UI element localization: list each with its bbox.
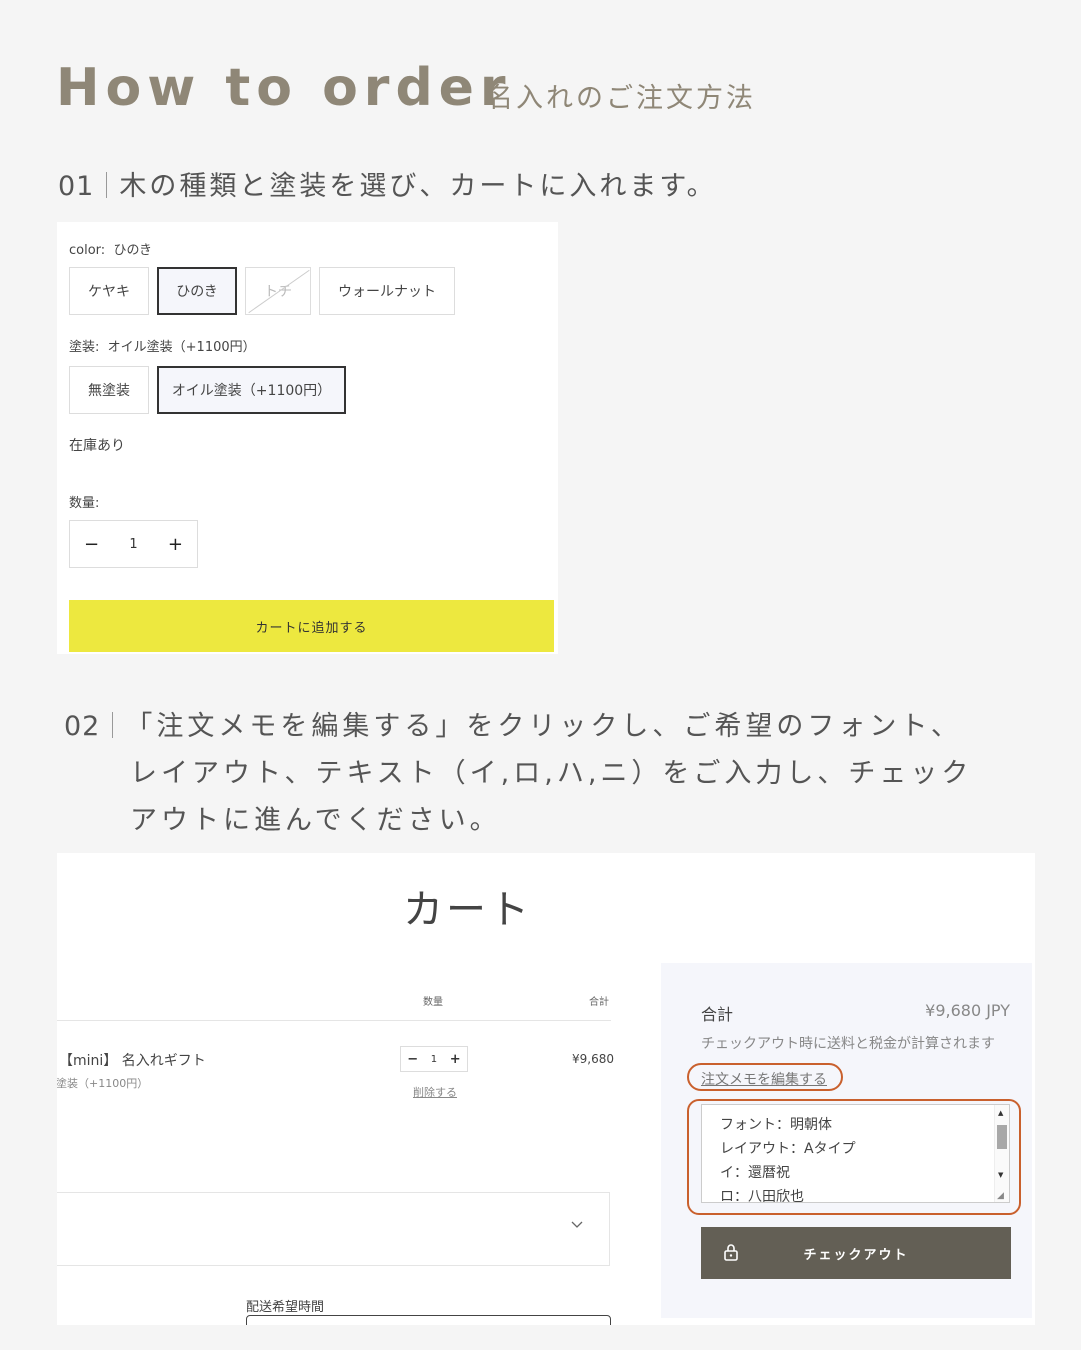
finish-label: 塗装: オイル塗装（+1100円） xyxy=(69,340,256,355)
color-option-walnut[interactable]: ウォールナット xyxy=(319,267,455,315)
cart-quantity-value[interactable]: 1 xyxy=(431,1054,437,1065)
stock-status: 在庫あり xyxy=(69,438,125,454)
product-form-screenshot: color: ひのき ケヤキ ひのき トチ ウォールナット 塗装: オイル塗装（… xyxy=(57,222,558,654)
scroll-up-icon[interactable]: ▲ xyxy=(998,1109,1003,1117)
chevron-down-icon xyxy=(571,1217,583,1233)
cart-quantity-increase-button[interactable]: + xyxy=(450,1052,461,1067)
memo-line: フォント：明朝体 xyxy=(720,1117,832,1133)
scroll-down-icon[interactable]: ▼ xyxy=(998,1171,1003,1179)
cart-screenshot: カート 数量 合計 ト【mini】 名入れギフト ル塗装（+1100円） − 1… xyxy=(57,853,1035,1325)
color-option-keyaki[interactable]: ケヤキ xyxy=(69,267,149,315)
divider xyxy=(112,712,114,738)
delivery-time-label: 配送希望時間 xyxy=(246,1300,325,1315)
subtotal-label: 合計 xyxy=(701,1005,734,1024)
lock-icon xyxy=(724,1244,738,1261)
quantity-label: 数量: xyxy=(69,496,100,511)
step1-number: 01 xyxy=(58,171,95,202)
step1-text: 木の種類と塗装を選び、カートに入れます。 xyxy=(119,171,717,202)
scroll-thumb[interactable] xyxy=(997,1125,1007,1149)
cart-item-price: ¥9,680 xyxy=(572,1052,614,1066)
quantity-stepper: − 1 + xyxy=(69,520,198,568)
cart-item-name[interactable]: ト【mini】 名入れギフト xyxy=(57,1050,206,1070)
memo-line: ロ：八田欣也 xyxy=(720,1189,804,1203)
step2-line3: アウトに進んでください。 xyxy=(130,805,501,836)
quantity-decrease-button[interactable]: − xyxy=(84,534,99,555)
delivery-time-select[interactable] xyxy=(246,1315,611,1325)
divider xyxy=(57,1020,611,1021)
cart-item-quantity-stepper: − 1 + xyxy=(400,1046,468,1072)
cart-item-variant: ル塗装（+1100円） xyxy=(57,1077,149,1090)
memo-line: イ：還暦祝 xyxy=(720,1165,790,1181)
step2-line2: レイアウト、テキスト（イ,ロ,ハ,ニ）をご入力し、チェック xyxy=(130,758,973,789)
remove-item-link[interactable]: 削除する xyxy=(413,1084,457,1100)
column-quantity: 数量 xyxy=(423,997,443,1008)
divider xyxy=(106,172,108,198)
step1-heading: 01 木の種類と塗装を選び、カートに入れます。 xyxy=(58,164,717,203)
highlight-oval xyxy=(687,1063,843,1091)
textarea-scrollbar[interactable]: ▲ ▼ ◢ xyxy=(994,1105,1009,1202)
checkout-label: チェックアウト xyxy=(803,1247,909,1263)
quantity-value[interactable]: 1 xyxy=(129,537,137,552)
cart-quantity-decrease-button[interactable]: − xyxy=(407,1052,418,1067)
finish-option-oil[interactable]: オイル塗装（+1100円） xyxy=(157,366,346,414)
cart-title: カート xyxy=(403,887,532,933)
collapsible-section[interactable] xyxy=(57,1192,610,1266)
tax-note: チェックアウト時に送料と税金が計算されます xyxy=(701,1036,995,1052)
color-label: color: ひのき xyxy=(69,243,153,258)
quantity-increase-button[interactable]: + xyxy=(168,534,183,555)
step2-line1: 「注文メモを編集する」をクリックし、ご希望のフォント、 xyxy=(125,711,962,742)
order-summary: 合計 ¥9,680 JPY チェックアウト時に送料と税金が計算されます 注文メモ… xyxy=(661,963,1032,1318)
checkout-button[interactable]: チェックアウト xyxy=(701,1227,1011,1279)
unavailable-strike xyxy=(248,269,310,314)
add-to-cart-button[interactable]: カートに追加する xyxy=(69,600,554,652)
resize-grip-icon[interactable]: ◢ xyxy=(997,1191,1004,1201)
step2-number: 02 xyxy=(64,711,101,742)
page-title: How to order xyxy=(56,58,512,118)
step2-heading: 02 「注文メモを編集する」をクリックし、ご希望のフォント、 xyxy=(64,703,962,750)
finish-option-none[interactable]: 無塗装 xyxy=(69,366,149,414)
subtotal-amount: ¥9,680 JPY xyxy=(925,1001,1010,1020)
page-subtitle: 名入れのご注文方法 xyxy=(486,83,756,114)
column-total: 合計 xyxy=(589,997,609,1008)
color-option-hinoki[interactable]: ひのき xyxy=(157,267,237,315)
memo-line: レイアウト：Aタイプ xyxy=(720,1141,856,1157)
order-note-textarea[interactable]: フォント：明朝体 レイアウト：Aタイプ イ：還暦祝 ロ：八田欣也 ▲ ▼ ◢ xyxy=(701,1104,1010,1203)
color-option-tochi[interactable]: トチ xyxy=(245,267,311,315)
